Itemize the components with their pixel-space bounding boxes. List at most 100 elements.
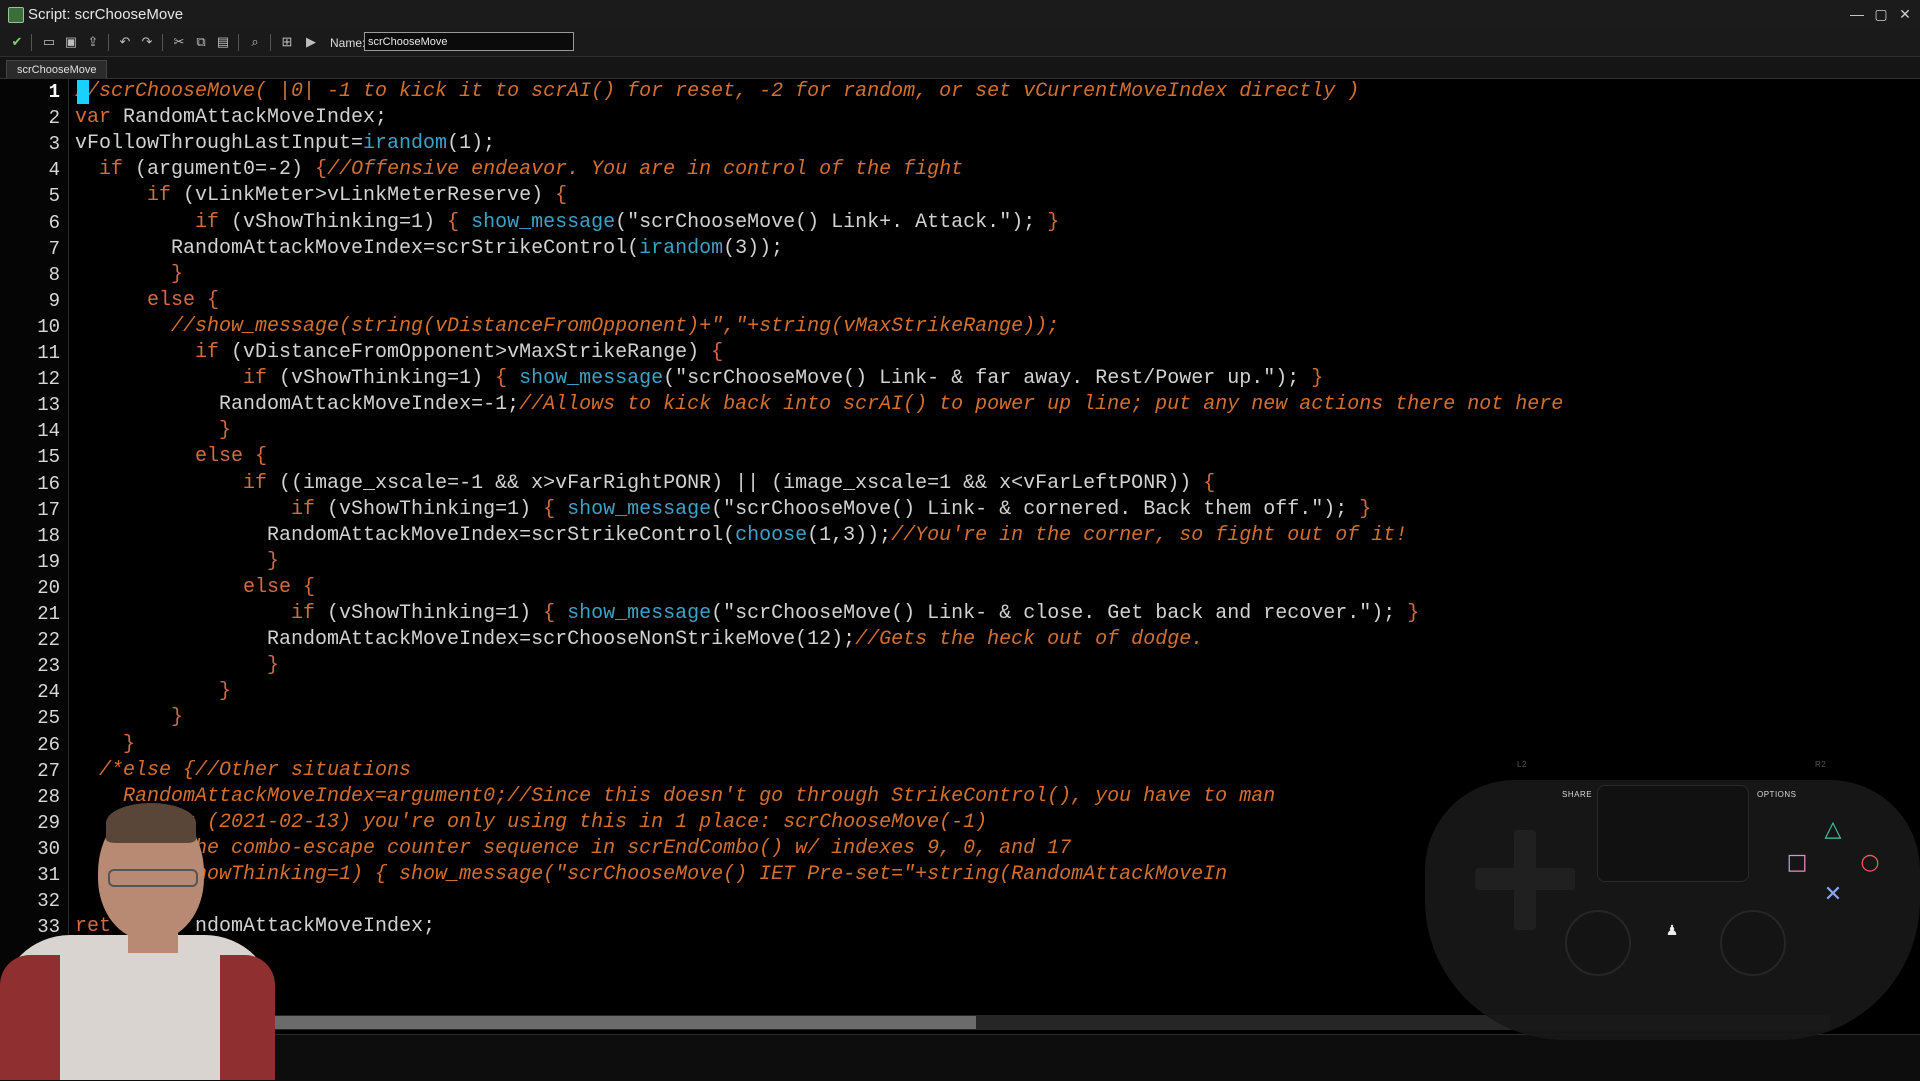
tab-strip: scrChooseMove [0,57,1920,79]
check-icon[interactable]: ✔ [8,33,26,51]
code-token: var [75,106,124,130]
code-token: //Gets the heck out of dodge. [855,628,1204,652]
line-number: 2 [48,107,60,130]
line-number: 6 [48,211,60,234]
code-token: ("scrChooseMove() Link- & cornered. Back… [711,497,1360,521]
webcam-person-hair [106,803,196,843]
code-token: if [75,602,328,625]
circle-icon: ○ [1860,850,1880,875]
code-token: { [315,158,328,182]
code-token: (vDistanceFromOpponent>vMaxStrikeRange) [231,341,712,364]
code-token: else [75,575,304,599]
close-button[interactable]: ✕ [1894,4,1916,24]
code-line[interactable]: RandomAttackMoveIndex=-1;//Allows to kic… [75,392,1563,418]
search-icon[interactable]: ⌕ [246,33,264,51]
paste-icon[interactable]: ▤ [214,33,232,51]
print-icon[interactable]: ▶ [302,33,320,51]
share-label: SHARE [1562,790,1593,799]
line-number: 19 [37,550,60,573]
export-icon[interactable]: ⇪ [84,33,102,51]
code-token: show_message [519,367,664,391]
code-line[interactable]: } [75,679,231,705]
code-token: irandom [363,132,448,156]
open-icon[interactable]: ▭ [40,33,58,51]
code-line[interactable]: if (vDistanceFromOpponent>vMaxStrikeRang… [75,340,723,366]
code-token: RandomAttackMoveIndex=scrChooseNonStrike… [75,628,856,652]
left-stick [1565,910,1631,976]
tab-scrchoosemove[interactable]: scrChooseMove [6,60,108,79]
code-line[interactable]: } [75,262,183,288]
toolbar-separator [108,34,109,51]
line-number: 25 [37,707,60,730]
webcam-person-glasses [108,869,198,887]
code-token: } [1359,497,1372,521]
code-line[interactable]: RandomAttackMoveIndex=scrChooseNonStrike… [75,627,1203,653]
code-line[interactable]: } [75,705,183,731]
maximize-button[interactable]: ▢ [1870,4,1892,24]
cut-icon[interactable]: ✂ [170,33,188,51]
code-line[interactable]: if (vShowThinking=1) { show_message("scr… [75,601,1419,627]
code-token: } [75,262,184,286]
line-number: 22 [37,629,60,652]
line-number: 1 [48,81,60,103]
line-number: 20 [37,576,60,599]
code-line[interactable]: /*else {//Other situations [75,758,411,784]
code-line[interactable]: //scrChooseMove( |0| -1 to kick it to sc… [75,79,1359,105]
code-line[interactable]: } [75,732,135,758]
code-line[interactable]: else { [75,288,219,314]
webcam-person-sleeve [220,955,275,1080]
code-line[interactable]: if (vShowThinking=1) { show_message("scr… [75,497,1371,523]
minimize-button[interactable]: — [1846,4,1868,24]
code-line[interactable]: //show_message(string(vDistanceFromOppon… [75,314,1059,340]
square-icon: □ [1786,850,1808,875]
code-line[interactable]: RandomAttackMoveIndex=scrStrikeControl(c… [75,523,1407,549]
toolbar-separator [238,34,239,51]
code-token: //Allows to kick back into scrAI() to po… [519,393,1564,417]
line-number: 14 [37,420,60,443]
code-token: //show_message(string(vDistanceFromOppon… [75,314,1060,338]
code-token: RandomAttackMoveIndex=scrStrikeControl( [75,523,736,547]
toolbar-separator [162,34,163,51]
code-line[interactable]: else { [75,444,267,470]
code-token: } [75,680,232,704]
webcam-overlay [0,795,275,1080]
line-number: 24 [37,681,60,704]
redo-icon[interactable]: ↷ [138,33,156,51]
code-token: if [75,471,280,495]
code-line[interactable]: } [75,549,279,575]
code-line[interactable]: } [75,418,231,444]
code-token: show_message [471,210,616,234]
code-line[interactable]: if (argument0=-2) {//Offensive endeavor.… [75,157,963,183]
copy-icon[interactable]: ⧉ [192,33,210,51]
code-token: vFollowThroughLastInput= [75,132,364,156]
code-token: show_message [567,602,712,625]
options-label: OPTIONS [1757,790,1797,799]
code-token: } [1047,210,1060,234]
text-cursor [77,80,89,104]
code-line[interactable]: if (vLinkMeter>vLinkMeterReserve) { [75,183,567,209]
undo-icon[interactable]: ↶ [116,33,134,51]
code-token: (vShowThinking=1) [327,602,544,625]
code-line[interactable]: RandomAttackMoveIndex=scrStrikeControl(i… [75,236,783,262]
script-icon [8,7,24,23]
save-icon[interactable]: ▣ [62,33,80,51]
horizontal-scrollbar-thumb[interactable] [270,1016,976,1029]
code-line[interactable]: var RandomAttackMoveIndex; [75,105,387,131]
touchpad [1597,785,1749,882]
code-line[interactable]: } [75,653,279,679]
code-token: { [543,497,568,521]
code-token: { [447,210,472,234]
code-token: if [75,184,184,208]
code-line[interactable]: else { [75,575,315,601]
grid-icon[interactable]: ⊞ [278,33,296,51]
code-line[interactable]: if ((image_xscale=-1 && x>vFarRightPONR)… [75,471,1215,497]
code-token: { [495,367,520,391]
line-number: 15 [37,446,60,469]
code-token: } [75,549,280,573]
code-line[interactable]: if (vShowThinking=1) { show_message("scr… [75,366,1323,392]
code-line[interactable]: if (vShowThinking=1) { show_message("scr… [75,210,1059,236]
code-line[interactable]: vFollowThroughLastInput=irandom(1); [75,131,495,157]
code-token: { [207,288,220,312]
name-input[interactable] [364,32,574,51]
l2-label: L2 [1517,760,1527,769]
